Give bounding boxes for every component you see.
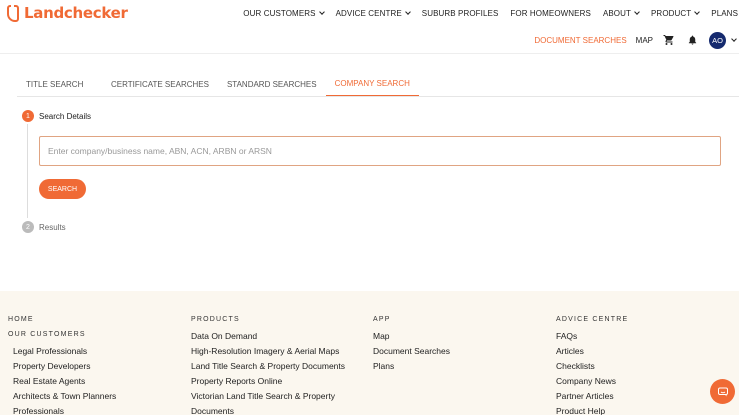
nav-our-customers[interactable]: OUR CUSTOMERS — [243, 9, 325, 18]
logo[interactable]: Landchecker — [7, 4, 128, 22]
footer-link[interactable]: Product Help — [556, 406, 628, 415]
user-toolbar: DOCUMENT SEARCHES MAP AO — [534, 30, 739, 50]
step-label: Results — [39, 222, 66, 232]
nav-label: OUR CUSTOMERS — [243, 9, 316, 18]
footer-link[interactable]: Checklists — [556, 361, 628, 376]
footer-link[interactable]: Legal Professionals — [8, 346, 116, 361]
footer-heading-app: APP — [373, 316, 391, 323]
logo-icon — [7, 4, 19, 22]
company-search-input[interactable]: Enter company/business name, ABN, ACN, A… — [39, 136, 721, 166]
tab-company-search[interactable]: COMPANY SEARCH — [325, 71, 419, 97]
footer-link[interactable]: Professionals — [8, 406, 116, 415]
nav-suburb-profiles[interactable]: SUBURB PROFILES — [422, 9, 499, 18]
search-tabs: TITLE SEARCH CERTIFICATE SEARCHES STANDA… — [17, 71, 419, 97]
header-divider — [0, 53, 739, 54]
chevron-down-icon[interactable] — [731, 35, 737, 42]
nav-label: SUBURB PROFILES — [421, 9, 499, 18]
footer-link[interactable]: High-Resolution Imagery & Aerial Maps — [191, 346, 345, 361]
footer-link[interactable]: Articles — [556, 346, 628, 361]
footer-link[interactable]: Data On Demand — [191, 331, 345, 346]
nav-label: ABOUT — [602, 9, 631, 18]
map-link[interactable]: MAP — [636, 36, 653, 45]
chevron-down-icon — [634, 9, 640, 15]
nav-label: FOR HOMEOWNERS — [510, 9, 591, 18]
footer-link[interactable]: Property Developers — [8, 361, 116, 376]
footer-link[interactable]: Documents — [191, 406, 345, 415]
nav-plans[interactable]: PLANS — [711, 9, 738, 18]
chevron-down-icon — [694, 9, 701, 15]
footer-link[interactable]: Real Estate Agents — [8, 376, 116, 391]
footer-link[interactable]: FAQs — [556, 331, 628, 346]
footer-link[interactable]: Map — [373, 331, 450, 346]
tab-title-search[interactable]: TITLE SEARCH — [17, 71, 102, 97]
chat-icon[interactable] — [710, 379, 735, 404]
nav-for-homeowners[interactable]: FOR HOMEOWNERS — [510, 9, 591, 18]
footer-column-home: HOME OUR CUSTOMERS Legal Professionals P… — [8, 316, 116, 415]
avatar[interactable]: AO — [709, 31, 726, 49]
step-label: Search Details — [39, 111, 92, 121]
step-results: 2 Results — [22, 221, 66, 233]
logo-text: Landchecker — [24, 4, 128, 22]
footer-link-home[interactable]: HOME — [8, 316, 116, 331]
tabs-divider — [17, 96, 739, 97]
footer-link[interactable]: Architects & Town Planners — [8, 391, 116, 406]
main-nav: OUR CUSTOMERS ADVICE CENTRE SUBURB PROFI… — [243, 9, 739, 18]
footer-link[interactable]: Victorian Land Title Search & Property — [191, 391, 345, 406]
nav-label: PRODUCT — [651, 9, 692, 18]
nav-product[interactable]: PRODUCT — [651, 9, 701, 18]
footer-link[interactable]: Company News — [556, 376, 628, 391]
footer-link[interactable]: Plans — [373, 361, 450, 376]
document-searches-link[interactable]: DOCUMENT SEARCHES — [534, 36, 626, 45]
nav-advice-centre[interactable]: ADVICE CENTRE — [335, 9, 411, 18]
search-button[interactable]: SEARCH — [39, 179, 86, 199]
chevron-down-icon — [404, 9, 411, 15]
footer-heading-products: PRODUCTS — [191, 316, 240, 323]
nav-label: ADVICE CENTRE — [335, 9, 402, 18]
top-navbar: Landchecker OUR CUSTOMERS ADVICE CENTRE … — [0, 0, 739, 27]
tab-standard-searches[interactable]: STANDARD SEARCHES — [218, 71, 326, 97]
footer-heading-advice-centre: ADVICE CENTRE — [556, 316, 629, 323]
bell-icon[interactable] — [686, 34, 698, 46]
chevron-down-icon — [318, 9, 325, 15]
step-connector — [27, 124, 28, 218]
footer-column-app: APP Map Document Searches Plans — [373, 316, 450, 376]
footer-heading-our-customers[interactable]: OUR CUSTOMERS — [8, 331, 116, 346]
nav-about[interactable]: ABOUT — [602, 9, 640, 18]
step-number: 1 — [22, 110, 34, 122]
footer: HOME OUR CUSTOMERS Legal Professionals P… — [0, 291, 739, 415]
footer-link[interactable]: Land Title Search & Property Documents — [191, 361, 345, 376]
footer-link[interactable]: Document Searches — [373, 346, 450, 361]
nav-label: PLANS — [711, 9, 738, 18]
tab-certificate-searches[interactable]: CERTIFICATE SEARCHES — [102, 71, 218, 97]
footer-column-advice-centre: ADVICE CENTRE FAQs Articles Checklists C… — [556, 316, 628, 415]
step-number: 2 — [22, 221, 34, 233]
footer-link[interactable]: Partner Articles — [556, 391, 628, 406]
footer-column-products: PRODUCTS Data On Demand High-Resolution … — [191, 316, 345, 415]
step-search-details: 1 Search Details — [22, 110, 91, 122]
cart-icon[interactable] — [663, 34, 675, 46]
footer-link[interactable]: Property Reports Online — [191, 376, 345, 391]
